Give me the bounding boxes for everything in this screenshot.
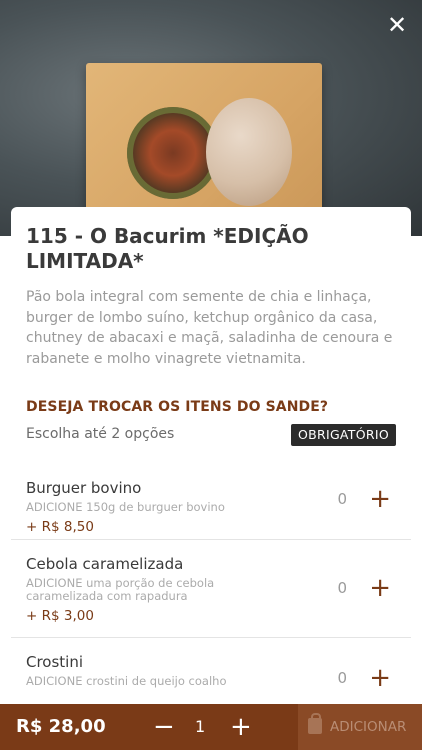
option-item[interactable]: Cebola caramelizada ADICIONE uma porção … bbox=[11, 540, 411, 638]
quantity-value: 1 bbox=[195, 717, 206, 736]
option-price: + R$ 3,00 bbox=[26, 608, 94, 624]
option-item[interactable]: Crostini ADICIONE crostini de queijo coa… bbox=[11, 638, 411, 707]
option-item[interactable]: Burguer bovino ADICIONE 150g de burguer … bbox=[11, 470, 411, 540]
product-title: 115 - O Bacurim *EDIÇÃO LIMITADA* bbox=[26, 224, 309, 273]
decrease-quantity-button[interactable]: − bbox=[153, 704, 175, 750]
option-quantity: 0 bbox=[337, 490, 347, 508]
options-section-subtitle: Escolha até 2 opções OBRIGATÓRIO bbox=[26, 423, 396, 447]
order-total: R$ 28,00 bbox=[16, 716, 106, 737]
add-option-button[interactable]: + bbox=[369, 665, 391, 691]
option-price: + R$ 8,50 bbox=[26, 519, 94, 535]
option-quantity: 0 bbox=[337, 579, 347, 597]
sandwich-bun bbox=[206, 98, 292, 206]
options-section-title: DESEJA TROCAR OS ITENS DO SANDE? bbox=[26, 399, 329, 415]
option-quantity: 0 bbox=[337, 669, 347, 687]
product-details-card: 115 - O Bacurim *EDIÇÃO LIMITADA* Pão bo… bbox=[11, 207, 411, 707]
order-footer-bar: R$ 28,00 − 1 + ADICIONAR bbox=[0, 704, 422, 750]
add-to-cart-button[interactable]: ADICIONAR bbox=[298, 704, 422, 750]
options-choice-limit: Escolha até 2 opções bbox=[26, 426, 175, 442]
add-option-button[interactable]: + bbox=[369, 575, 391, 601]
increase-quantity-button[interactable]: + bbox=[230, 704, 252, 750]
add-to-cart-label: ADICIONAR bbox=[330, 719, 407, 735]
option-name: Cebola caramelizada bbox=[26, 555, 184, 573]
product-image: ✕ bbox=[0, 0, 422, 236]
close-button[interactable]: ✕ bbox=[384, 12, 410, 38]
shopping-bag-icon bbox=[308, 713, 322, 734]
close-icon[interactable]: ✕ bbox=[387, 11, 407, 39]
add-option-button[interactable]: + bbox=[369, 486, 391, 512]
required-badge: OBRIGATÓRIO bbox=[290, 424, 396, 446]
product-description: Pão bola integral com semente de chia e … bbox=[26, 289, 393, 367]
